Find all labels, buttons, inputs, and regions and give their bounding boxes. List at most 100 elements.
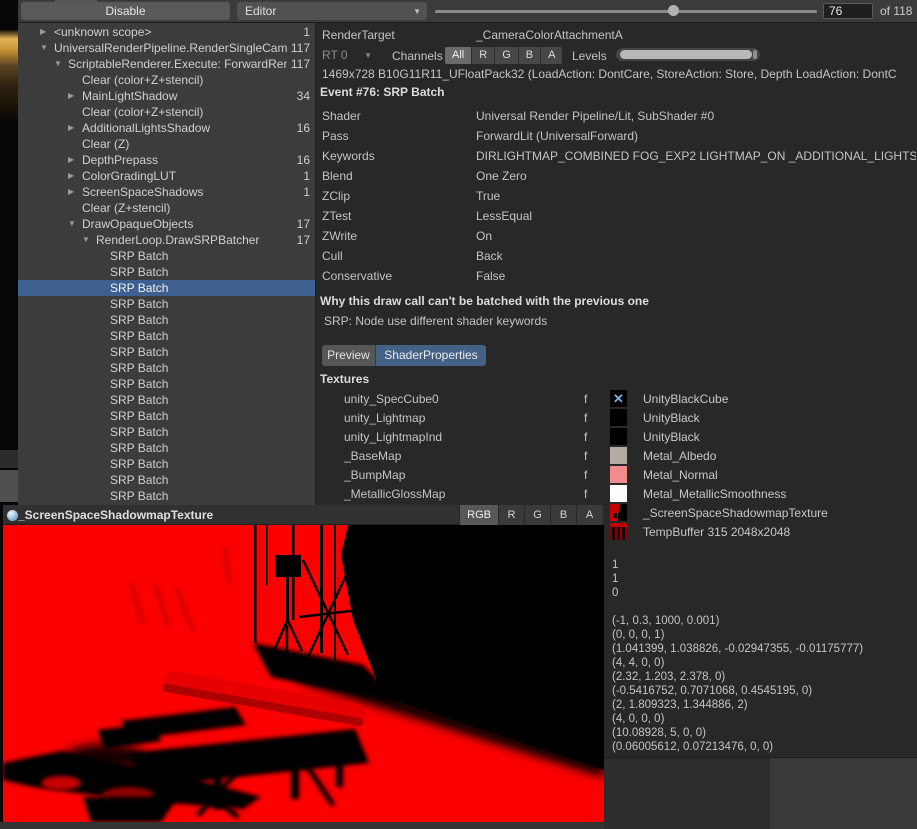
tree-row[interactable]: SRP Batch xyxy=(18,392,315,408)
preview-window-footer xyxy=(0,822,604,829)
tree-row[interactable]: ▶ColorGradingLUT1 xyxy=(18,168,315,184)
chevron-collapsed-icon[interactable]: ▶ xyxy=(68,168,82,184)
batch-break-reason: SRP: Node use different shader keywords xyxy=(324,314,547,328)
event-slider-handle[interactable] xyxy=(668,5,679,16)
tree-row[interactable]: SRP Batch xyxy=(18,456,315,472)
tree-item-label: ColorGradingLUT xyxy=(82,168,299,184)
tree-item-label: SRP Batch xyxy=(110,264,306,280)
tree-row[interactable]: SRP Batch xyxy=(18,264,315,280)
tree-row[interactable]: Clear (color+Z+stencil) xyxy=(18,72,315,88)
disable-button[interactable]: Disable xyxy=(21,2,230,20)
tree-item-label: SRP Batch xyxy=(110,312,306,328)
chevron-collapsed-icon[interactable]: ▶ xyxy=(68,88,82,104)
tree-row[interactable]: SRP Batch xyxy=(18,360,315,376)
tree-row[interactable]: SRP Batch xyxy=(18,472,315,488)
texture-thumbnail[interactable] xyxy=(610,523,627,540)
tree-row[interactable]: SRP Batch xyxy=(18,296,315,312)
tree-row[interactable]: ▶DepthPrepass16 xyxy=(18,152,315,168)
tree-row[interactable]: SRP Batch xyxy=(18,344,315,360)
tree-row[interactable]: ▶ScreenSpaceShadows1 xyxy=(18,184,315,200)
chevron-collapsed-icon[interactable]: ▶ xyxy=(40,24,54,40)
event-slider-track[interactable] xyxy=(435,10,817,13)
preview-channel-button-r[interactable]: R xyxy=(498,505,524,525)
event-property-value: LessEqual xyxy=(476,209,532,223)
tree-row[interactable]: Clear (Z) xyxy=(18,136,315,152)
preview-channel-button-b[interactable]: B xyxy=(550,505,576,525)
texture-thumbnail[interactable] xyxy=(610,466,627,483)
tree-item-count: 16 xyxy=(293,152,315,168)
tree-row[interactable]: SRP Batch xyxy=(18,408,315,424)
channels-label: Channels xyxy=(392,49,443,63)
shadowmap-preview-image xyxy=(3,525,604,822)
chevron-collapsed-icon[interactable]: ▶ xyxy=(68,184,82,200)
tab-shader-properties[interactable]: ShaderProperties xyxy=(376,345,486,366)
event-property-label: Cull xyxy=(322,246,476,266)
event-property-value: True xyxy=(476,189,500,203)
render-target-format-line: 1469x728 B10G11R11_UFloatPack32 (LoadAct… xyxy=(322,67,916,81)
chevron-collapsed-icon[interactable]: ▶ xyxy=(68,152,82,168)
tree-row[interactable]: SRP Batch xyxy=(18,280,315,296)
event-property-value: DIRLIGHTMAP_COMBINED FOG_EXP2 LIGHTMAP_O… xyxy=(476,149,916,163)
texture-property-name: unity_LightmapInd xyxy=(316,430,584,444)
thumb-shape xyxy=(617,504,627,521)
chevron-expanded-icon[interactable]: ▼ xyxy=(82,232,96,248)
tree-item-count: 1 xyxy=(299,24,315,40)
channel-button-all[interactable]: All xyxy=(445,47,472,64)
backdrop-band xyxy=(0,470,18,502)
rt-index-dropdown[interactable]: RT 0 ▼ xyxy=(320,47,378,63)
channel-button-g[interactable]: G xyxy=(495,47,519,64)
tree-row[interactable]: SRP Batch xyxy=(18,312,315,328)
tree-item-label: DepthPrepass xyxy=(82,152,293,168)
texture-thumbnail[interactable] xyxy=(610,428,627,445)
texture-thumbnail[interactable] xyxy=(610,447,627,464)
chevron-collapsed-icon[interactable]: ▶ xyxy=(68,120,82,136)
preview-channel-button-rgb[interactable]: RGB xyxy=(459,505,498,525)
event-number-input[interactable] xyxy=(824,4,877,18)
texture-row: _BaseMapfMetal_Albedo xyxy=(316,446,917,465)
tree-row[interactable]: SRP Batch xyxy=(18,248,315,264)
tree-item-label: SRP Batch xyxy=(110,376,306,392)
tree-row[interactable]: ▶MainLightShadow34 xyxy=(18,88,315,104)
tree-row[interactable]: ▶AdditionalLightsShadow16 xyxy=(18,120,315,136)
tree-row[interactable]: SRP Batch xyxy=(18,328,315,344)
target-selector-dropdown[interactable]: Editor ▼ xyxy=(237,2,427,20)
event-total-label: of 118 xyxy=(880,4,912,18)
texture-thumbnail[interactable]: ✕ xyxy=(610,390,627,407)
tree-row[interactable]: SRP Batch xyxy=(18,488,315,504)
tree-row[interactable]: ▼ScriptableRenderer.Execute: ForwardRend… xyxy=(18,56,315,72)
tree-row[interactable]: Clear (Z+stencil) xyxy=(18,200,315,216)
textures-header: Textures xyxy=(320,372,369,386)
tree-row[interactable]: ▼RenderLoop.DrawSRPBatcher17 xyxy=(18,232,315,248)
chevron-expanded-icon[interactable]: ▼ xyxy=(54,56,68,72)
preview-channel-button-g[interactable]: G xyxy=(524,505,550,525)
tree-row[interactable]: Clear (color+Z+stencil) xyxy=(18,104,315,120)
tree-row[interactable]: SRP Batch xyxy=(18,424,315,440)
event-property-row: ZWriteOn xyxy=(322,226,916,246)
tree-row[interactable]: ▼UniversalRenderPipeline.RenderSingleCam… xyxy=(18,40,315,56)
event-property-label: Blend xyxy=(322,166,476,186)
texture-type-flag: f xyxy=(584,487,610,501)
event-property-value: ForwardLit (UniversalForward) xyxy=(476,129,638,143)
levels-range-slider[interactable] xyxy=(616,48,760,61)
levels-range-bar[interactable] xyxy=(620,50,752,59)
tree-row[interactable]: SRP Batch xyxy=(18,440,315,456)
tree-item-label: SRP Batch xyxy=(110,488,306,504)
texture-thumbnail[interactable] xyxy=(610,485,627,502)
chevron-expanded-icon[interactable]: ▼ xyxy=(68,216,82,232)
event-property-value: Universal Render Pipeline/Lit, SubShader… xyxy=(476,109,714,123)
tree-row[interactable]: ▶<unknown scope>1 xyxy=(18,24,315,40)
channel-button-r[interactable]: R xyxy=(472,47,495,64)
channel-button-b[interactable]: B xyxy=(519,47,541,64)
channel-button-a[interactable]: A xyxy=(541,47,562,64)
tree-row[interactable]: SRP Batch xyxy=(18,376,315,392)
texture-thumbnail[interactable] xyxy=(610,504,627,521)
texture-thumbnail[interactable] xyxy=(610,409,627,426)
tab-preview[interactable]: Preview xyxy=(322,345,376,366)
levels-range-max-handle[interactable] xyxy=(753,50,757,59)
tree-item-label: SRP Batch xyxy=(110,328,306,344)
preview-window-titlebar[interactable]: _ScreenSpaceShadowmapTexture RGBRGBA xyxy=(3,505,604,525)
shader-value-line: (0.06005612, 0.07213476, 0, 0) xyxy=(612,740,912,754)
tree-row[interactable]: ▼DrawOpaqueObjects17 xyxy=(18,216,315,232)
chevron-expanded-icon[interactable]: ▼ xyxy=(40,40,54,56)
preview-channel-button-a[interactable]: A xyxy=(576,505,602,525)
